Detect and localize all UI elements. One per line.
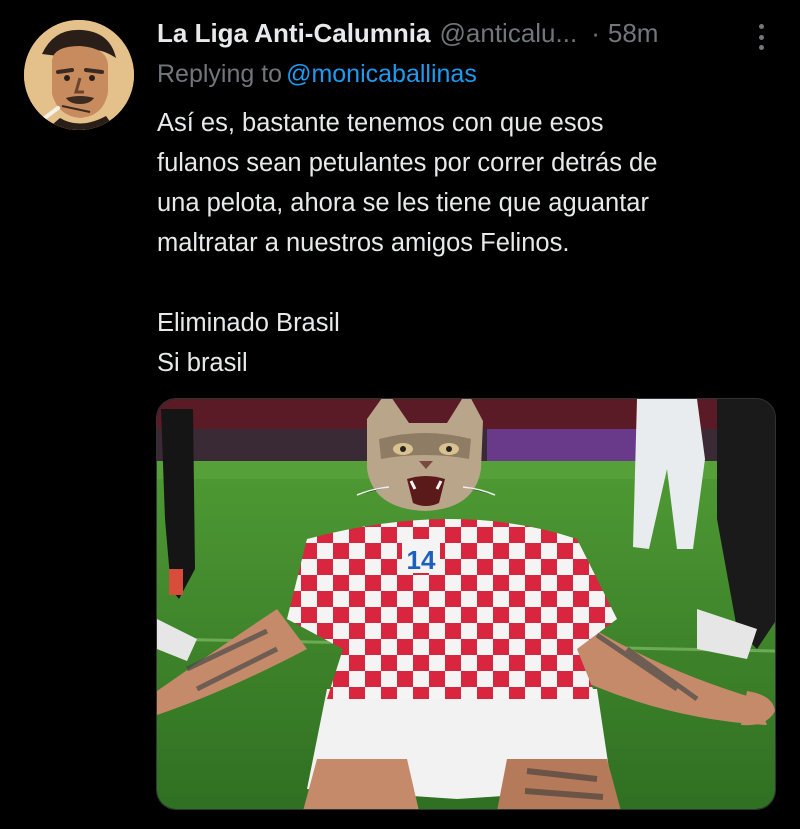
meme-image: 14 (157, 399, 775, 809)
tweet-header: La Liga Anti-Calumnia @anticalu... · 58m (157, 18, 772, 54)
avatar-portrait-image (24, 20, 134, 130)
avatar[interactable] (24, 20, 134, 130)
separator-dot: · (591, 18, 600, 48)
more-vertical-icon[interactable] (756, 24, 766, 50)
replying-to: Replying to @monicaballinas (157, 60, 477, 89)
jersey-number: 14 (407, 545, 436, 575)
tweet-text-line: Así es, bastante tenemos con que esos (157, 109, 604, 137)
timestamp[interactable]: 58m (608, 18, 659, 49)
tweet-text-line: una pelota, ahora se les tiene que aguan… (157, 189, 649, 217)
tweet-text: Así es, bastante tenemos con que esos fu… (157, 103, 777, 383)
author-name[interactable]: La Liga Anti-Calumnia (157, 18, 431, 49)
replying-to-label: Replying to (157, 60, 283, 88)
tweet-media[interactable]: 14 (156, 398, 776, 810)
mention-link[interactable]: @monicaballinas (286, 60, 477, 88)
tweet-text-line: fulanos sean petulantes por correr detrá… (157, 149, 658, 177)
author-handle[interactable]: @anticalu... (440, 18, 578, 49)
tweet[interactable]: La Liga Anti-Calumnia @anticalu... · 58m… (0, 0, 800, 829)
tweet-text-line: Eliminado Brasil (157, 309, 340, 337)
tweet-text-line: maltratar a nuestros amigos Felinos. (157, 229, 570, 257)
tweet-text-line: Si brasil (157, 349, 248, 377)
